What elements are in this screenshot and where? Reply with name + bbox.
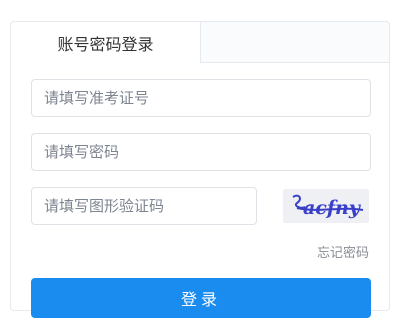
captcha-image[interactable]: acfny: [283, 189, 369, 223]
password-field[interactable]: [31, 133, 371, 171]
exam-id-field[interactable]: [31, 79, 371, 117]
forgot-password-link[interactable]: 忘记密码: [317, 242, 369, 261]
captcha-field[interactable]: [31, 187, 257, 225]
login-button-label: 登录: [180, 292, 221, 309]
login-tab-bar: 账号密码登录: [11, 22, 389, 63]
tab-account-login[interactable]: 账号密码登录: [11, 22, 201, 63]
login-button[interactable]: 登录: [31, 278, 371, 318]
captcha-input[interactable]: [32, 188, 256, 224]
tab-account-login-label: 账号密码登录: [57, 36, 154, 54]
login-panel: 账号密码登录 acfny 忘记密码 登录: [10, 21, 390, 318]
password-input[interactable]: [32, 134, 370, 170]
captcha-graphic: acfny: [292, 194, 364, 219]
exam-id-input[interactable]: [32, 80, 370, 116]
